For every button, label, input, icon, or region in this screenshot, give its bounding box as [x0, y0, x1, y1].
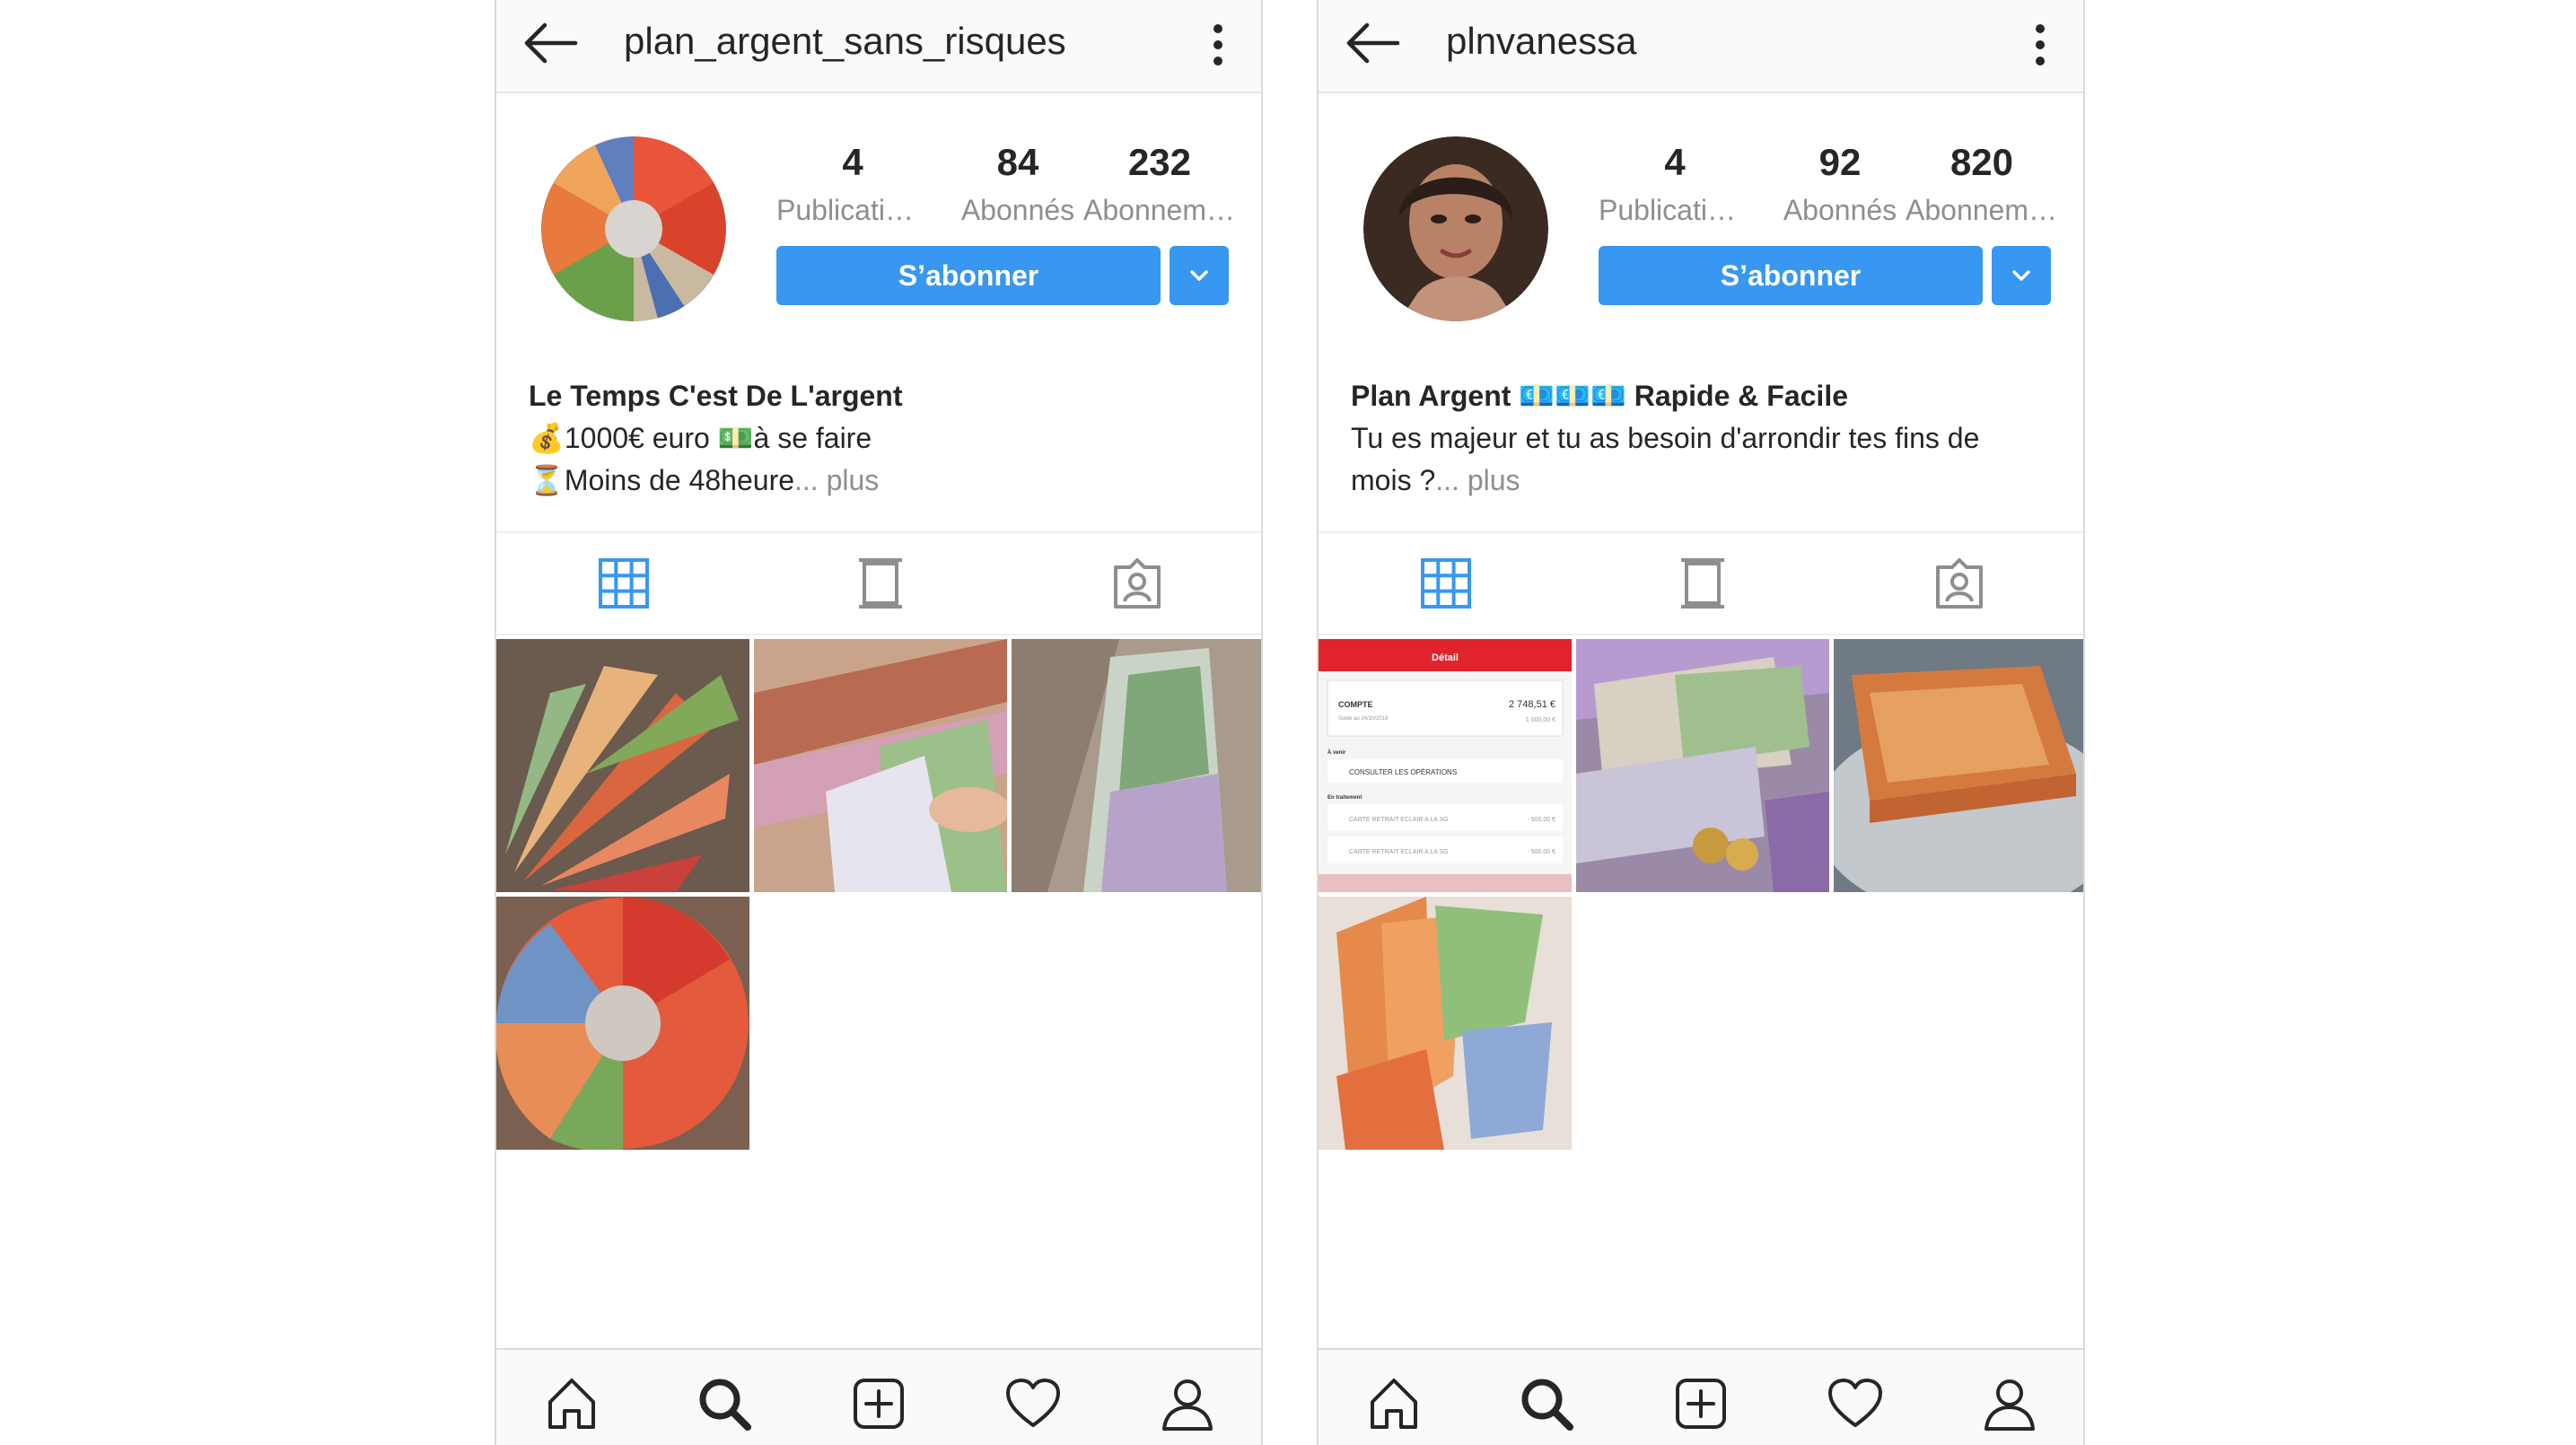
- add-icon[interactable]: [850, 1375, 907, 1432]
- suggestions-dropdown-button[interactable]: [1992, 246, 2051, 305]
- bottom-nav: [496, 1348, 1261, 1445]
- bank-date: Solde au 24/10/2019: [1338, 716, 1389, 722]
- search-icon[interactable]: [1518, 1375, 1575, 1432]
- add-icon[interactable]: [1672, 1375, 1730, 1432]
- posts-count: 4: [842, 141, 863, 183]
- post-thumbnail[interactable]: [1319, 897, 1572, 1150]
- bio-name: Le Temps C'est De L'argent: [529, 380, 903, 412]
- home-icon[interactable]: [543, 1375, 600, 1432]
- search-icon[interactable]: [696, 1375, 753, 1432]
- followers-count: 84: [996, 141, 1039, 183]
- back-arrow-icon[interactable]: [1344, 18, 1401, 68]
- back-arrow-icon[interactable]: [521, 18, 579, 68]
- following-count: 232: [1127, 141, 1192, 183]
- bank-row-2-amount: - 500,00 €: [1527, 849, 1555, 855]
- bank-sub-balance: 1 000,00 €: [1526, 717, 1555, 723]
- stat-posts: 4 Publications: [776, 135, 929, 230]
- posts-count: 4: [1664, 141, 1686, 183]
- stat-posts: 4 Publications: [1599, 135, 1751, 230]
- bio-line-2: mois ?: [1351, 464, 1436, 496]
- profile-username: plnvanessa: [1446, 20, 1637, 62]
- profile-bio: Plan Argent 💶💶💶 Rapide & Facile Tu es ma…: [1351, 375, 2060, 502]
- grid-icon[interactable]: [597, 556, 651, 610]
- profile-username: plan_argent_sans_risques: [624, 20, 1066, 62]
- posts-label: Publications: [1599, 194, 1751, 226]
- bio-line-1: 💰1000€ euro 💵à se faire: [529, 422, 872, 454]
- chevron-down-icon: [1190, 270, 1208, 281]
- post-thumbnail[interactable]: [1576, 639, 1829, 892]
- stat-followers[interactable]: 92 Abonnés: [1764, 135, 1916, 230]
- bio-line-1: Tu es majeur et tu as besoin d'arrondir …: [1351, 422, 1980, 454]
- followers-label: Abonnés: [960, 194, 1075, 226]
- profile-screen: plnvanessa 4 Publications 92 Abonnés 820…: [1317, 0, 2085, 1445]
- heart-icon[interactable]: [1827, 1375, 1884, 1432]
- bio-more-link[interactable]: ... plus: [1435, 464, 1520, 496]
- bank-section-2: En traitement: [1327, 795, 1362, 801]
- post-thumbnail[interactable]: [496, 897, 749, 1150]
- followers-label: Abonnés: [1783, 194, 1897, 226]
- following-label: Abonnements: [1906, 194, 2058, 226]
- posts-label: Publications: [776, 194, 929, 226]
- stat-following[interactable]: 232 Abonnements: [1083, 135, 1236, 230]
- following-count: 820: [1950, 141, 2014, 183]
- followers-count: 92: [1818, 141, 1862, 183]
- profile-tabs: [496, 531, 1261, 635]
- top-bar: plan_argent_sans_risques: [496, 0, 1261, 93]
- bio-name: Plan Argent 💶💶💶 Rapide & Facile: [1351, 380, 1848, 412]
- profile-icon[interactable]: [1981, 1375, 2038, 1432]
- stat-followers[interactable]: 84 Abonnés: [942, 135, 1094, 230]
- grid-icon[interactable]: [1419, 556, 1473, 610]
- profile-tabs: [1319, 531, 2083, 635]
- more-vertical-icon[interactable]: [1200, 16, 1236, 74]
- stat-following[interactable]: 820 Abonnements: [1906, 135, 2058, 230]
- feed-icon[interactable]: [1676, 556, 1730, 610]
- suggestions-dropdown-button[interactable]: [1170, 246, 1229, 305]
- avatar[interactable]: [1363, 136, 1548, 321]
- post-thumbnail[interactable]: [1012, 639, 1261, 892]
- bio-line-2: ⏳Moins de 48heure: [529, 464, 795, 496]
- feed-icon[interactable]: [854, 556, 907, 610]
- tagged-icon[interactable]: [1932, 556, 1986, 610]
- follow-button[interactable]: S’abonner: [1599, 246, 1983, 305]
- bottom-nav: [1319, 1348, 2083, 1445]
- post-thumbnail[interactable]: [1834, 639, 2083, 892]
- profile-bio: Le Temps C'est De L'argent 💰1000€ euro 💵…: [529, 375, 1238, 502]
- bank-header: Détail: [1432, 652, 1459, 663]
- following-label: Abonnements: [1083, 194, 1236, 226]
- bank-row-2: CARTE RETRAIT ECLAIR A LA SG: [1349, 849, 1449, 855]
- bank-consult: CONSULTER LES OPÉRATIONS: [1349, 768, 1457, 776]
- bank-section-1: À venir: [1327, 749, 1346, 756]
- bank-row-1-amount: - 500,00 €: [1527, 817, 1555, 823]
- post-thumbnail[interactable]: [496, 639, 749, 892]
- chevron-down-icon: [2012, 270, 2030, 281]
- bank-account: COMPTE: [1338, 700, 1373, 709]
- tagged-icon[interactable]: [1110, 556, 1164, 610]
- profile-screen: plan_argent_sans_risques 4 Publications …: [495, 0, 1263, 1445]
- bank-balance: 2 748,51 €: [1509, 699, 1555, 710]
- follow-button[interactable]: S’abonner: [776, 246, 1161, 305]
- bank-row-1: CARTE RETRAIT ECLAIR A LA SG: [1349, 817, 1449, 823]
- profile-icon[interactable]: [1159, 1375, 1216, 1432]
- heart-icon[interactable]: [1004, 1375, 1062, 1432]
- home-icon[interactable]: [1365, 1375, 1423, 1432]
- bio-more-link[interactable]: ... plus: [794, 464, 879, 496]
- top-bar: plnvanessa: [1319, 0, 2083, 93]
- post-thumbnail[interactable]: [754, 639, 1007, 892]
- more-vertical-icon[interactable]: [2022, 16, 2058, 74]
- avatar[interactable]: [541, 136, 726, 321]
- post-thumbnail[interactable]: Détail COMPTE 2 748,51 € Solde au 24/10/…: [1319, 639, 1572, 892]
